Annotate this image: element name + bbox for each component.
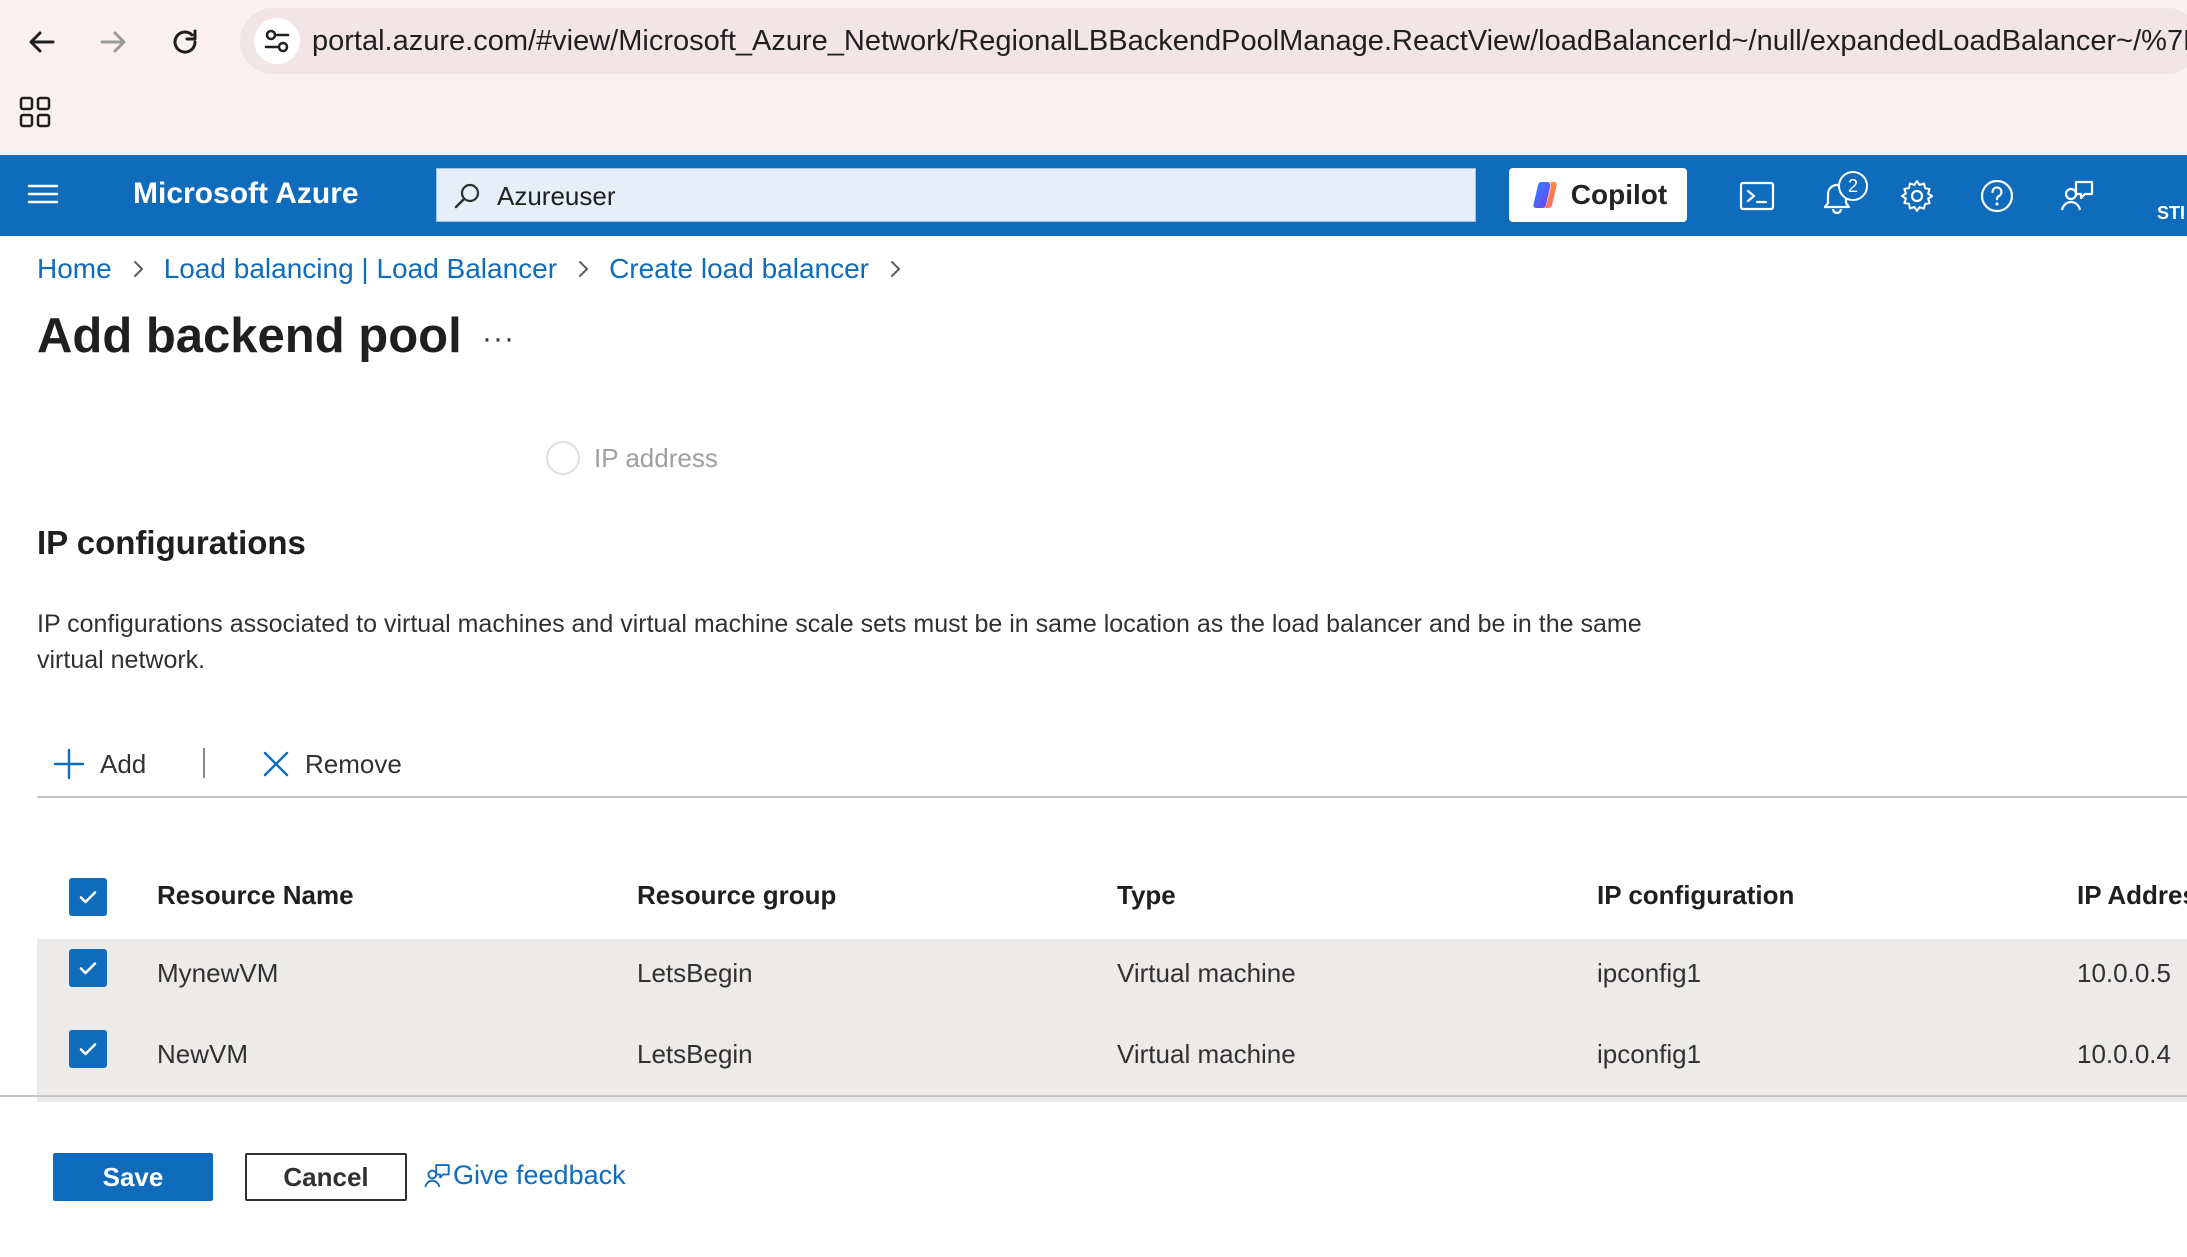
table-header-row: Resource Name Resource group Type IP con… (37, 864, 2187, 940)
give-feedback-label: Give feedback (453, 1160, 626, 1190)
breadcrumb-home[interactable]: Home (37, 253, 112, 285)
checkmark-icon (79, 1043, 97, 1056)
copilot-icon (1533, 182, 1557, 208)
address-bar[interactable]: portal.azure.com/#view/Microsoft_Azure_N… (240, 8, 2187, 74)
back-arrow-icon (29, 31, 55, 53)
help-button[interactable] (1974, 173, 2020, 219)
feedback-person-icon (424, 1163, 450, 1187)
gear-icon (1901, 180, 1934, 212)
breadcrumb: Home Load balancing | Load Balancer Crea… (37, 253, 903, 285)
column-header-type[interactable]: Type (1117, 880, 1176, 911)
remove-button-label: Remove (305, 748, 402, 779)
global-search[interactable] (436, 168, 1476, 222)
url-text[interactable]: portal.azure.com/#view/Microsoft_Azure_N… (312, 25, 2187, 58)
row-checkbox[interactable] (69, 1030, 107, 1068)
cell-resource-group: LetsBegin (637, 958, 753, 988)
forward-button[interactable] (85, 14, 141, 70)
ip-config-toolbar: Add Remove (37, 742, 2187, 798)
table-row[interactable]: NewVM LetsBegin Virtual machine ipconfig… (37, 1021, 2187, 1102)
feedback-person-icon (2060, 180, 2094, 211)
ip-address-radio-label: IP address (594, 442, 718, 473)
reload-icon (173, 29, 197, 54)
settings-button[interactable] (1894, 173, 1940, 219)
radio-circle[interactable] (546, 441, 580, 475)
cancel-button[interactable]: Cancel (245, 1153, 407, 1201)
copilot-button[interactable]: Copilot (1509, 168, 1687, 222)
column-header-resource-group[interactable]: Resource group (637, 880, 836, 911)
cell-ip-configuration: ipconfig1 (1597, 958, 1702, 988)
column-header-ip-address[interactable]: IP Addres (2077, 880, 2187, 911)
cloud-shell-icon (1739, 181, 1775, 211)
browser-toolbar: portal.azure.com/#view/Microsoft_Azure_N… (0, 0, 2187, 155)
row-checkbox[interactable] (69, 949, 107, 987)
footer-divider (0, 1095, 2187, 1097)
apps-grid-icon (19, 96, 51, 128)
column-header-ip-configuration[interactable]: IP configuration (1597, 880, 1794, 911)
hamburger-icon (27, 184, 59, 204)
search-icon (454, 183, 480, 209)
breadcrumb-create-load-balancer[interactable]: Create load balancer (609, 253, 869, 285)
account-initials[interactable]: STI (2157, 203, 2185, 224)
toolbar-divider (203, 748, 205, 778)
chevron-right-icon (579, 261, 589, 277)
select-all-checkbox[interactable] (69, 878, 107, 916)
remove-button[interactable]: Remove (261, 744, 402, 784)
checkmark-icon (79, 891, 97, 904)
cell-resource-name: MynewVM (157, 958, 279, 988)
back-button[interactable] (14, 14, 70, 70)
ip-configurations-table: Resource Name Resource group Type IP con… (37, 864, 2187, 1102)
give-feedback-link[interactable]: Give feedback (423, 1160, 626, 1191)
reload-button[interactable] (157, 14, 213, 70)
portal-menu-button[interactable] (26, 177, 64, 215)
add-button-label: Add (100, 748, 147, 779)
apps-button[interactable] (18, 95, 58, 135)
help-icon (1980, 179, 2014, 213)
cell-ip-address: 10.0.0.4 (2077, 1039, 2171, 1069)
save-button[interactable]: Save (53, 1153, 213, 1201)
close-icon (263, 751, 289, 777)
cell-ip-configuration: ipconfig1 (1597, 1039, 1702, 1069)
ip-address-radio[interactable]: IP address (546, 441, 718, 475)
cell-resource-group: LetsBegin (637, 1039, 753, 1069)
cell-type: Virtual machine (1117, 1039, 1296, 1069)
cloud-shell-button[interactable] (1734, 173, 1780, 219)
section-description: IP configurations associated to virtual … (37, 610, 1642, 674)
checkmark-icon (79, 962, 97, 975)
section-title: IP configurations (37, 524, 306, 561)
page-title: Add backend pool (37, 309, 462, 363)
site-info-button[interactable] (254, 18, 300, 64)
notification-count-badge: 2 (1838, 171, 1868, 201)
cell-type: Virtual machine (1117, 958, 1296, 988)
more-options-button[interactable]: ··· (482, 322, 515, 356)
column-header-resource-name[interactable]: Resource Name (157, 880, 354, 911)
chevron-right-icon (891, 261, 901, 277)
feedback-button[interactable] (2054, 173, 2100, 219)
plus-icon (53, 748, 85, 780)
table-row[interactable]: MynewVM LetsBegin Virtual machine ipconf… (37, 940, 2187, 1021)
cell-ip-address: 10.0.0.5 (2077, 958, 2171, 988)
notifications-button[interactable]: 2 (1814, 171, 1868, 219)
portal-brand[interactable]: Microsoft Azure (133, 177, 359, 211)
search-input[interactable] (497, 177, 1457, 215)
breadcrumb-load-balancing[interactable]: Load balancing | Load Balancer (164, 253, 557, 285)
forward-arrow-icon (100, 31, 126, 53)
portal-header: Microsoft Azure Copilot 2 STI (0, 155, 2187, 236)
chevron-right-icon (133, 261, 143, 277)
cell-resource-name: NewVM (157, 1039, 249, 1069)
tune-icon (264, 29, 290, 53)
add-button[interactable]: Add (52, 744, 146, 784)
copilot-label: Copilot (1570, 179, 1668, 210)
